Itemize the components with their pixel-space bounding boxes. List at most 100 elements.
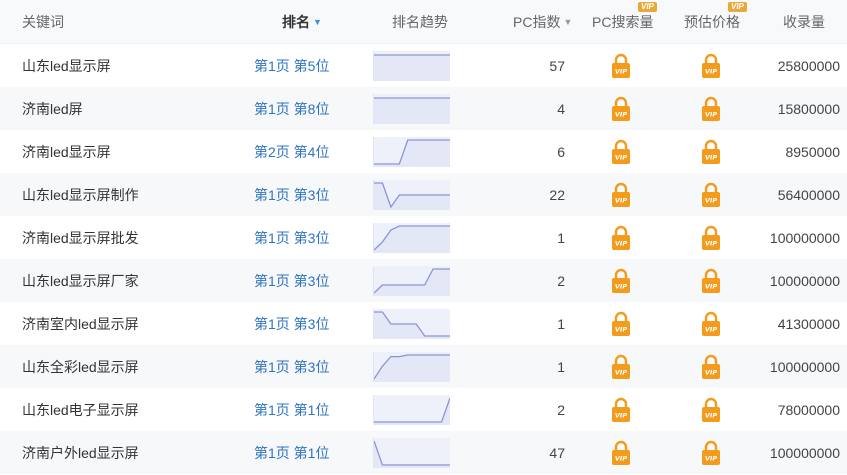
trend-cell — [373, 431, 451, 474]
header-pc-index-sort[interactable]: PC指数 ▼ — [513, 0, 583, 43]
rank-link[interactable]: 第1页 第1位 — [254, 431, 364, 474]
vip-lock-icon[interactable]: VIP — [700, 225, 722, 251]
table-row: 济南led显示屏 第2页 第4位 6 VIP VIP 8950000 — [0, 130, 847, 173]
vip-lock-icon[interactable]: VIP — [700, 139, 722, 165]
est-price-cell: VIP — [686, 44, 736, 87]
trend-area — [374, 139, 450, 167]
vip-lock-icon[interactable]: VIP — [700, 354, 722, 380]
keyword-cell: 济南led显示屏 — [22, 143, 111, 160]
pc-index-cell: 1 — [557, 358, 565, 375]
vip-lock-icon[interactable]: VIP — [610, 354, 632, 380]
vip-lock-icon[interactable]: VIP — [610, 182, 632, 208]
header-rank-label: 排名 — [282, 13, 310, 30]
rank-link[interactable]: 第1页 第1位 — [254, 388, 364, 431]
trend-cell — [373, 216, 451, 259]
header-trend: 排名趋势 — [392, 13, 448, 30]
trend-cell — [373, 259, 451, 302]
header-pc-index-label: PC指数 — [513, 13, 561, 30]
header-pc-search: PC搜索量 VIP — [592, 0, 662, 43]
vip-lock-icon[interactable]: VIP — [610, 268, 632, 294]
table-row: 济南户外led显示屏 第1页 第1位 47 VIP VIP 100000000 — [0, 431, 847, 474]
table-row: 济南led显示屏批发 第1页 第3位 1 VIP VIP 100000000 — [0, 216, 847, 259]
trend-cell — [373, 302, 451, 345]
vip-lock-icon[interactable]: VIP — [610, 139, 632, 165]
svg-text:VIP: VIP — [705, 67, 717, 75]
keyword-cell: 山东led显示屏厂家 — [22, 272, 139, 289]
svg-text:VIP: VIP — [615, 153, 627, 161]
svg-text:VIP: VIP — [615, 454, 627, 462]
table-row: 山东led显示屏 第1页 第5位 57 VIP VIP 25800000 — [0, 44, 847, 87]
keyword-cell: 山东led显示屏制作 — [22, 186, 139, 203]
est-price-cell: VIP — [686, 431, 736, 474]
rank-link[interactable]: 第1页 第3位 — [254, 302, 364, 345]
est-price-cell: VIP — [686, 388, 736, 431]
svg-text:VIP: VIP — [705, 153, 717, 161]
rank-link[interactable]: 第1页 第5位 — [254, 44, 364, 87]
trend-area — [374, 440, 450, 468]
vip-lock-icon[interactable]: VIP — [610, 397, 632, 423]
vip-lock-icon[interactable]: VIP — [610, 311, 632, 337]
rank-link[interactable]: 第1页 第3位 — [254, 345, 364, 388]
trend-area — [374, 54, 450, 81]
keyword-cell: 山东全彩led显示屏 — [22, 358, 139, 375]
header-est-price: 预估价格 VIP — [684, 0, 754, 43]
svg-text:VIP: VIP — [705, 454, 717, 462]
header-rank-sort[interactable]: 排名 ▼ — [282, 0, 392, 43]
rank-trend-sparkline — [373, 308, 450, 339]
indexed-count-cell: 8950000 — [785, 143, 840, 160]
vip-lock-icon[interactable]: VIP — [610, 53, 632, 79]
trend-cell — [373, 130, 451, 173]
vip-lock-icon[interactable]: VIP — [700, 311, 722, 337]
table-header: 关键词 排名 ▼ 排名趋势 PC指数 ▼ PC搜索量 VIP 预估价格 VIP … — [0, 0, 847, 44]
svg-text:VIP: VIP — [705, 325, 717, 333]
pc-search-cell: VIP — [596, 173, 646, 216]
rank-trend-sparkline — [373, 50, 450, 81]
trend-line — [374, 440, 450, 466]
vip-lock-icon[interactable]: VIP — [700, 440, 722, 466]
vip-lock-icon[interactable]: VIP — [610, 96, 632, 122]
trend-line — [374, 397, 450, 423]
pc-search-cell: VIP — [596, 130, 646, 173]
est-price-cell: VIP — [686, 302, 736, 345]
vip-lock-icon[interactable]: VIP — [700, 182, 722, 208]
rank-link[interactable]: 第1页 第8位 — [254, 87, 364, 130]
indexed-count-cell: 15800000 — [777, 100, 840, 117]
keyword-cell: 济南室内led显示屏 — [22, 315, 139, 332]
vip-lock-icon[interactable]: VIP — [700, 397, 722, 423]
sort-down-icon: ▼ — [313, 16, 322, 27]
table-row: 山东led显示屏制作 第1页 第3位 22 VIP VIP 56400000 — [0, 173, 847, 216]
est-price-cell: VIP — [686, 130, 736, 173]
vip-lock-icon[interactable]: VIP — [700, 96, 722, 122]
rank-link[interactable]: 第2页 第4位 — [254, 130, 364, 173]
trend-cell — [373, 87, 451, 130]
trend-cell — [373, 345, 451, 388]
keyword-ranking-table: 关键词 排名 ▼ 排名趋势 PC指数 ▼ PC搜索量 VIP 预估价格 VIP … — [0, 0, 847, 474]
pc-search-cell: VIP — [596, 388, 646, 431]
trend-area — [374, 354, 450, 382]
keyword-cell: 济南led屏 — [22, 100, 83, 117]
pc-index-cell: 2 — [557, 401, 565, 418]
rank-link[interactable]: 第1页 第3位 — [254, 173, 364, 216]
trend-area — [374, 97, 450, 124]
svg-text:VIP: VIP — [705, 282, 717, 290]
pc-index-cell: 6 — [557, 143, 565, 160]
pc-index-cell: 1 — [557, 315, 565, 332]
trend-cell — [373, 388, 451, 431]
trend-area — [374, 225, 450, 253]
pc-search-cell: VIP — [596, 259, 646, 302]
vip-badge: VIP — [728, 2, 747, 12]
trend-area — [374, 268, 450, 296]
pc-search-cell: VIP — [596, 44, 646, 87]
table-row: 山东led电子显示屏 第1页 第1位 2 VIP VIP 78000000 — [0, 388, 847, 431]
est-price-cell: VIP — [686, 173, 736, 216]
pc-index-cell: 1 — [557, 229, 565, 246]
rank-link[interactable]: 第1页 第3位 — [254, 259, 364, 302]
vip-lock-icon[interactable]: VIP — [700, 53, 722, 79]
rank-link[interactable]: 第1页 第3位 — [254, 216, 364, 259]
indexed-count-cell: 56400000 — [777, 186, 840, 203]
vip-lock-icon[interactable]: VIP — [610, 440, 632, 466]
svg-text:VIP: VIP — [615, 411, 627, 419]
vip-lock-icon[interactable]: VIP — [700, 268, 722, 294]
keyword-cell: 济南户外led显示屏 — [22, 444, 139, 461]
vip-lock-icon[interactable]: VIP — [610, 225, 632, 251]
